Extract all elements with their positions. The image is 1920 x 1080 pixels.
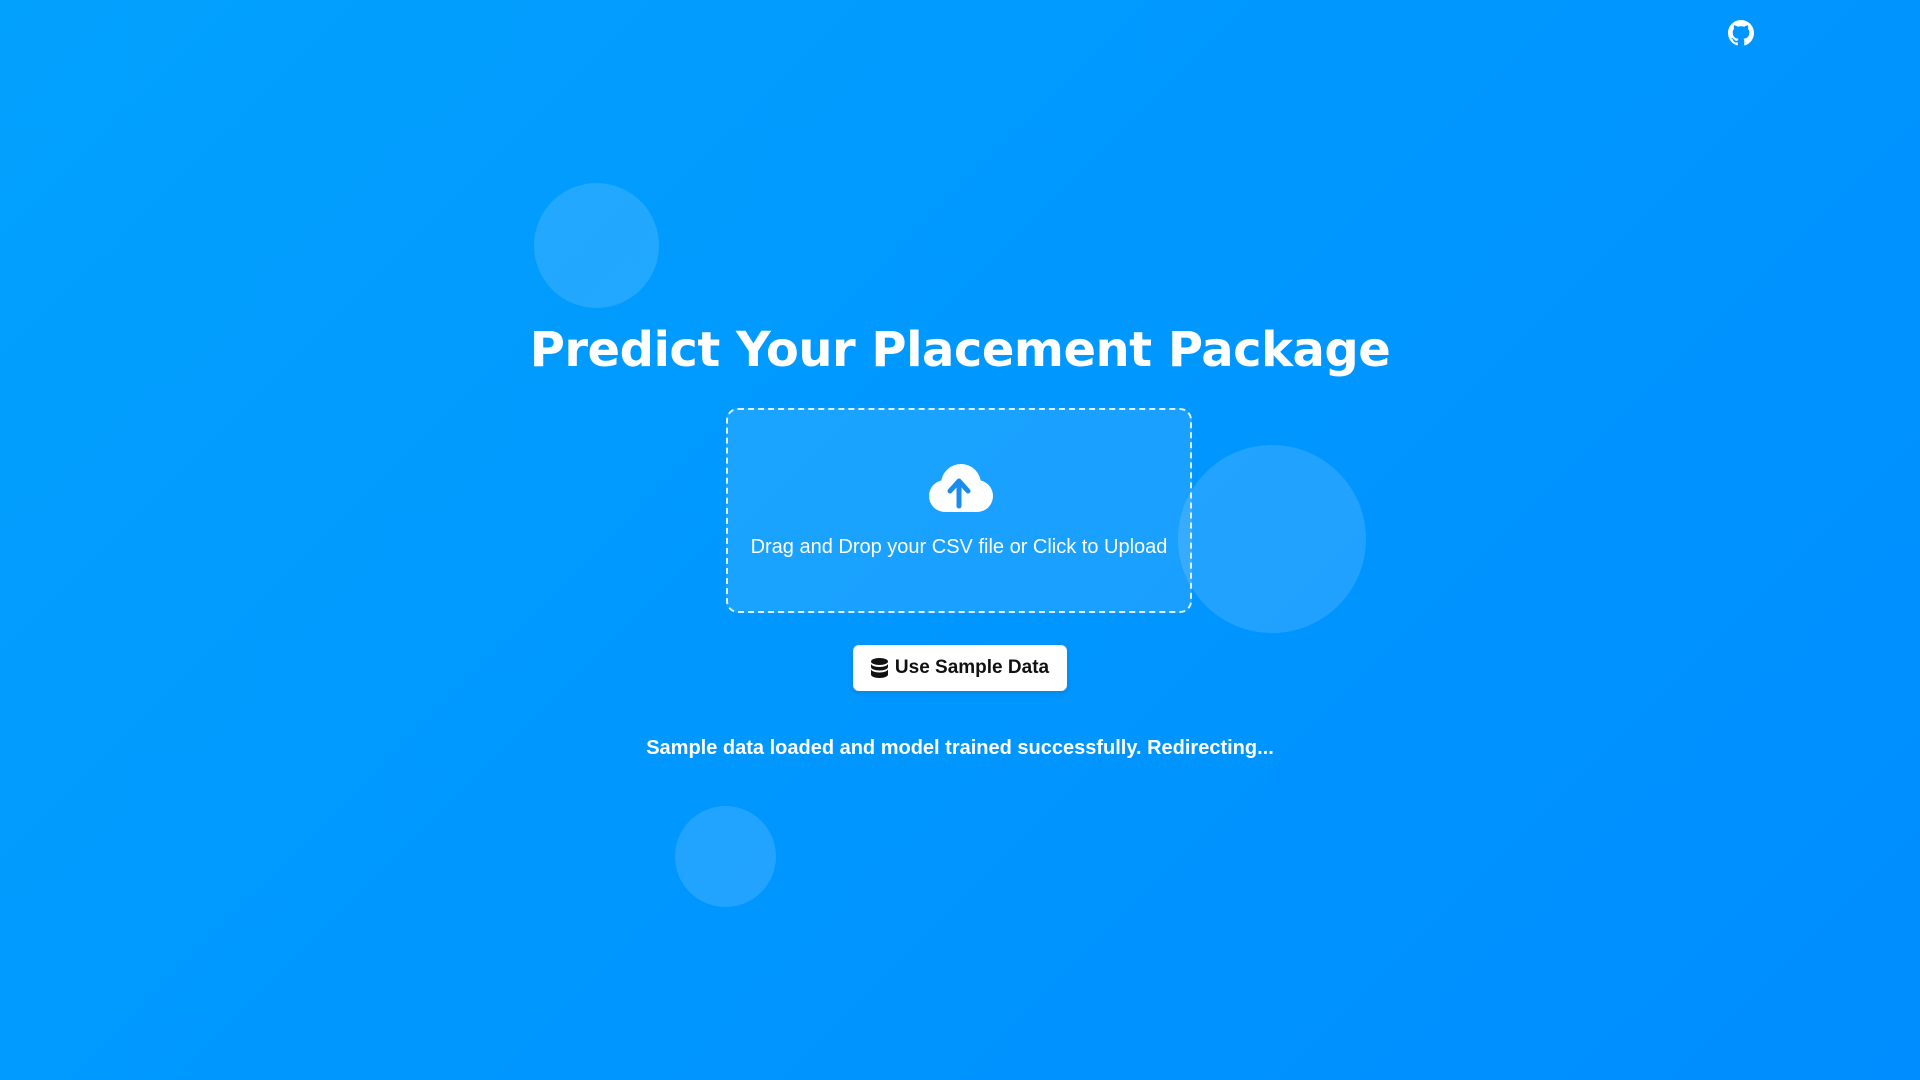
decorative-bubble bbox=[534, 183, 659, 308]
upload-prompt: Drag and Drop your CSV file or Click to … bbox=[750, 536, 1168, 558]
github-link[interactable] bbox=[1728, 20, 1754, 46]
use-sample-data-label: Use Sample Data bbox=[894, 657, 1050, 678]
status-message: Sample data loaded and model trained suc… bbox=[646, 737, 1274, 759]
use-sample-data-button[interactable]: Use Sample Data bbox=[853, 645, 1067, 691]
page-title: Predict Your Placement Package bbox=[529, 322, 1391, 378]
decorative-bubble bbox=[675, 806, 776, 907]
database-icon bbox=[870, 658, 888, 678]
decorative-bubble bbox=[1178, 445, 1366, 633]
file-upload-dropzone[interactable]: Drag and Drop your CSV file or Click to … bbox=[726, 408, 1192, 613]
cloud-upload-icon bbox=[921, 462, 997, 516]
github-icon bbox=[1728, 20, 1754, 46]
